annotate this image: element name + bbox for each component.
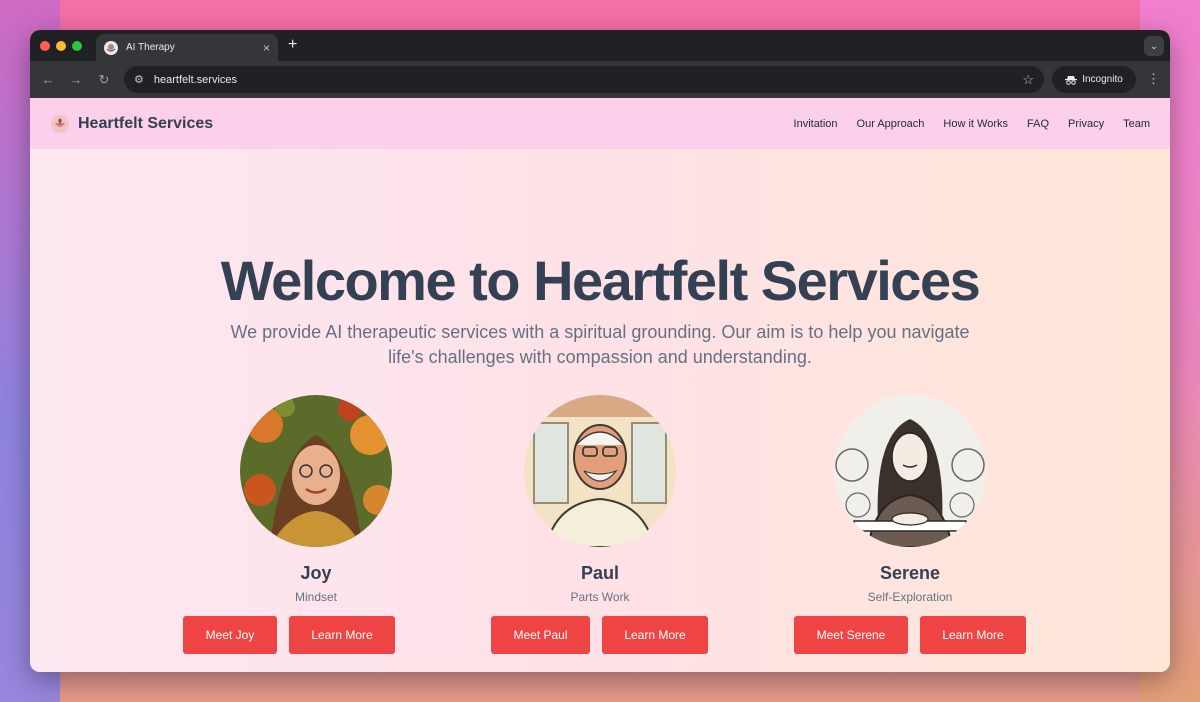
reload-icon[interactable]: ↻ (90, 72, 118, 88)
learn-more-joy-button[interactable]: Learn More (289, 616, 395, 654)
tab-search-icon[interactable]: ⌄ (1144, 36, 1164, 56)
address-bar[interactable]: ⚙ heartfelt.services ☆ (124, 66, 1044, 93)
therapist-actions: Meet Serene Learn More (794, 616, 1026, 654)
incognito-label: Incognito (1082, 74, 1123, 85)
close-window-button[interactable] (40, 41, 50, 51)
site-header: Heartfelt Services Invitation Our Approa… (30, 98, 1170, 149)
tab-favicon-icon (104, 40, 118, 55)
therapist-role: Mindset (294, 590, 338, 604)
browser-window: AI Therapy × + ⌄ ← → ↻ ⚙ heartfelt.servi… (30, 30, 1170, 672)
therapist-actions: Meet Paul Learn More (491, 616, 708, 654)
meet-paul-button[interactable]: Meet Paul (491, 616, 590, 654)
incognito-icon (1065, 75, 1078, 85)
hero-title: Welcome to Heartfelt Services (220, 249, 981, 312)
maximize-window-button[interactable] (72, 41, 82, 51)
nav-privacy[interactable]: Privacy (1068, 118, 1104, 130)
meet-joy-button[interactable]: Meet Joy (183, 616, 277, 654)
nav-our-approach[interactable]: Our Approach (857, 118, 925, 130)
brand-name: Heartfelt Services (78, 114, 214, 132)
tab-title: AI Therapy (126, 42, 175, 53)
menu-icon[interactable]: ⋮ (1147, 71, 1160, 87)
paul-portrait (524, 395, 676, 547)
therapist-card-joy: Joy Mindset Meet Joy Learn More (183, 395, 426, 654)
forward-icon[interactable]: → (62, 72, 90, 87)
main-nav: Invitation Our Approach How it Works FAQ… (794, 118, 1150, 130)
therapist-role: Parts Work (570, 590, 630, 604)
therapist-name: Paul (580, 563, 619, 583)
browser-toolbar: ← → ↻ ⚙ heartfelt.services ☆ Incognito ⋮ (30, 61, 1170, 98)
new-tab-icon[interactable]: + (288, 36, 297, 54)
star-icon[interactable]: ☆ (1022, 72, 1034, 88)
back-icon[interactable]: ← (34, 72, 62, 87)
brand-logo-icon (51, 114, 69, 133)
url-text[interactable]: heartfelt.services (154, 74, 1022, 86)
learn-more-serene-button[interactable]: Learn More (920, 616, 1026, 654)
joy-portrait (240, 395, 392, 547)
learn-more-paul-button[interactable]: Learn More (602, 616, 708, 654)
therapist-card-paul: Paul Parts Work Meet Paul Learn More (490, 395, 710, 654)
meet-serene-button[interactable]: Meet Serene (794, 616, 908, 654)
hero-subtitle: We provide AI therapeutic services with … (230, 322, 970, 367)
site-settings-icon[interactable]: ⚙ (134, 73, 144, 86)
serene-portrait (834, 395, 986, 547)
therapist-actions: Meet Joy Learn More (183, 616, 395, 654)
nav-how-it-works[interactable]: How it Works (943, 118, 1008, 130)
incognito-badge[interactable]: Incognito (1052, 66, 1136, 93)
nav-team[interactable]: Team (1123, 118, 1150, 130)
web-page: Heartfelt Services Invitation Our Approa… (30, 98, 1170, 672)
nav-faq[interactable]: FAQ (1027, 118, 1049, 130)
brand[interactable]: Heartfelt Services (50, 114, 213, 134)
window-controls (40, 41, 82, 51)
nav-invitation[interactable]: Invitation (794, 118, 838, 130)
therapist-card-serene: Serene Self-Exploration Meet Serene Lear… (794, 395, 1026, 654)
browser-tab[interactable]: AI Therapy × (96, 34, 278, 61)
therapist-role: Self-Exploration (867, 590, 953, 604)
tab-strip: AI Therapy × + ⌄ (30, 30, 1170, 61)
minimize-window-button[interactable] (56, 41, 66, 51)
therapist-name: Joy (300, 563, 332, 583)
therapist-name: Serene (879, 563, 941, 583)
tab-close-icon[interactable]: × (263, 41, 270, 55)
